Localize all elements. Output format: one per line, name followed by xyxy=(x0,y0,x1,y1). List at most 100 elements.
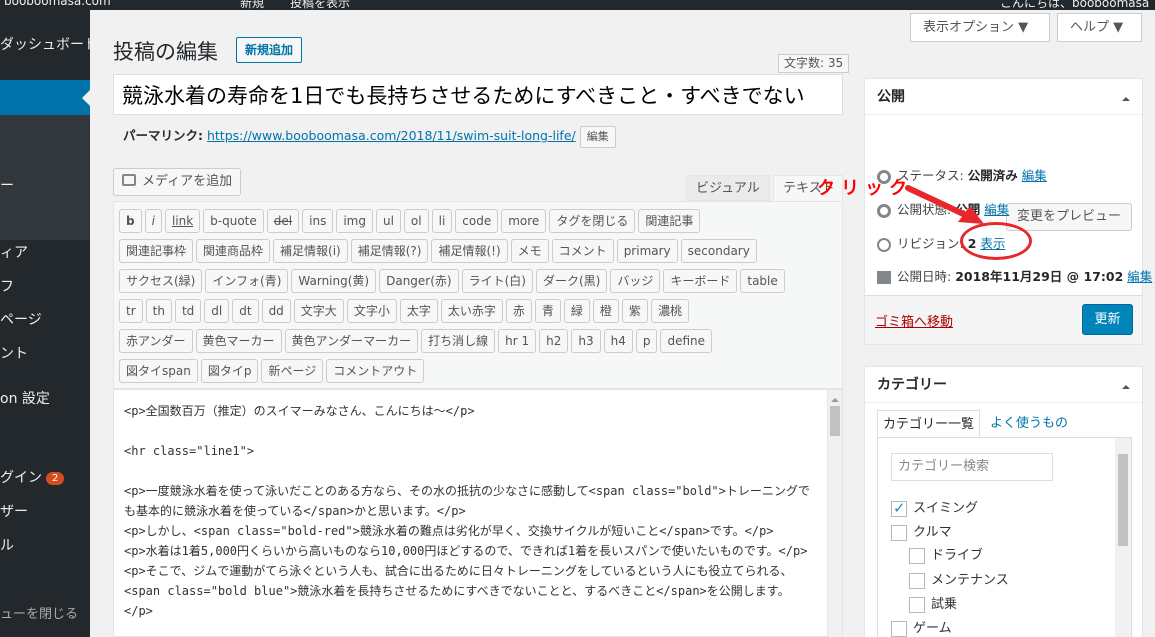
sidebar-item-settings[interactable]: on 設定 xyxy=(0,388,50,408)
quicktag-button[interactable]: 関連記事 xyxy=(638,209,701,233)
quicktag-button[interactable]: more xyxy=(501,209,547,233)
quicktag-button[interactable]: del xyxy=(266,209,300,233)
move-to-trash-link[interactable]: ゴミ箱へ移動 xyxy=(875,311,953,330)
sidebar-item-dashboard[interactable]: ダッシュボード xyxy=(0,34,90,54)
quicktag-button[interactable]: バッジ xyxy=(610,269,661,293)
add-new-button[interactable]: 新規追加 xyxy=(236,37,303,63)
post-title-input[interactable] xyxy=(113,74,843,115)
quicktag-button[interactable]: b-quote xyxy=(203,209,264,233)
category-checkbox[interactable] xyxy=(909,572,925,589)
quicktag-button[interactable]: 関連記事枠 xyxy=(119,239,194,263)
add-media-button[interactable]: メディアを追加 xyxy=(113,168,242,196)
quicktag-button[interactable]: 黄色アンダーマーカー xyxy=(284,329,419,353)
collapse-menu-button[interactable]: ューを閉じる xyxy=(0,603,78,622)
quicktag-button[interactable]: ライト(白) xyxy=(461,269,533,293)
date-edit-link[interactable]: 編集 xyxy=(1127,269,1152,284)
sidebar-item-pages[interactable]: ページ xyxy=(0,309,42,329)
quicktag-button[interactable]: th xyxy=(145,299,172,323)
quicktag-button[interactable]: table xyxy=(740,269,785,293)
scrollbar-thumb[interactable] xyxy=(830,406,840,436)
quicktag-button[interactable]: li xyxy=(431,209,453,233)
post-content-textarea[interactable]: <p>全国数百万（推定）のスイマーみなさん、こんにちは〜</p> <hr clas… xyxy=(113,389,843,637)
quicktag-button[interactable]: 太い赤字 xyxy=(440,299,503,323)
category-checkbox[interactable] xyxy=(891,499,907,517)
quicktag-button[interactable]: 補足情報(i) xyxy=(273,239,348,263)
quicktag-button[interactable]: 赤アンダー xyxy=(119,329,193,353)
quicktag-button[interactable]: primary xyxy=(616,239,678,263)
quicktag-button[interactable]: secondary xyxy=(680,239,757,263)
quicktag-button[interactable]: ins xyxy=(302,209,334,233)
quicktag-button[interactable]: b xyxy=(119,209,142,233)
categories-box-header[interactable]: カテゴリー xyxy=(865,367,1142,403)
category-item[interactable]: ドライブ xyxy=(909,544,983,564)
collapse-arrow-icon[interactable] xyxy=(1122,93,1130,101)
category-item[interactable]: スイミング xyxy=(891,497,978,517)
quicktag-button[interactable]: td xyxy=(174,299,202,323)
quicktag-button[interactable]: 関連商品枠 xyxy=(196,239,271,263)
quicktag-button[interactable]: dt xyxy=(232,299,259,323)
admin-bar-view-post[interactable]: 投稿を表示 xyxy=(290,0,350,10)
quicktag-button[interactable]: 文字大 xyxy=(293,299,344,323)
tab-visual[interactable]: ビジュアル xyxy=(686,175,770,201)
quicktag-button[interactable]: ul xyxy=(375,209,401,233)
permalink-edit-button[interactable]: 編集 xyxy=(579,125,616,148)
quicktag-button[interactable]: 濃桃 xyxy=(650,299,689,323)
quicktag-button[interactable]: h4 xyxy=(603,329,633,353)
quicktag-button[interactable]: 黄色マーカー xyxy=(195,329,282,353)
quicktag-button[interactable]: img xyxy=(336,209,373,233)
quicktag-button[interactable]: Warning(黄) xyxy=(291,269,377,293)
sidebar-item-sub[interactable]: ー xyxy=(0,175,14,195)
quicktag-button[interactable]: コメント xyxy=(551,239,614,263)
quicktag-button[interactable]: 青 xyxy=(534,299,561,323)
quicktag-button[interactable]: 図タイp xyxy=(200,359,259,383)
editor-scrollbar[interactable] xyxy=(827,390,842,637)
admin-bar-site[interactable]: booboomasa.com xyxy=(4,0,111,8)
quicktag-button[interactable]: dd xyxy=(261,299,291,323)
quicktag-button[interactable]: h3 xyxy=(571,329,601,353)
quicktag-button[interactable]: 新ページ xyxy=(261,359,324,383)
sidebar-item-users[interactable]: ザー xyxy=(0,501,28,521)
quicktag-button[interactable]: i xyxy=(144,209,162,233)
category-item[interactable]: ゲーム xyxy=(891,617,952,637)
screen-options-button[interactable]: 表示オプション ▼ xyxy=(910,13,1050,42)
sidebar-item-plugins[interactable]: グイン 2 xyxy=(0,467,65,487)
quicktag-button[interactable]: hr 1 xyxy=(498,329,537,353)
category-scrollbar[interactable] xyxy=(1115,438,1131,637)
category-search-input[interactable]: カテゴリー検索 xyxy=(891,453,1053,481)
quicktag-button[interactable]: 緑 xyxy=(563,299,590,323)
category-item[interactable]: メンテナンス xyxy=(909,569,1009,589)
quicktag-button[interactable]: tr xyxy=(119,299,143,323)
quicktag-button[interactable]: 打ち消し線 xyxy=(421,329,496,353)
help-button[interactable]: ヘルプ ▼ xyxy=(1057,13,1142,42)
category-checkbox[interactable] xyxy=(909,596,925,613)
tab-all-categories[interactable]: カテゴリー一覧 xyxy=(877,410,981,437)
sidebar-item-tools[interactable]: ル xyxy=(0,535,14,555)
quicktag-button[interactable]: code xyxy=(455,209,499,233)
scroll-up-arrow-icon[interactable] xyxy=(831,394,839,402)
preview-changes-button[interactable]: 変更をプレビュー xyxy=(1005,203,1132,231)
quicktag-button[interactable]: サクセス(緑) xyxy=(119,269,203,293)
status-edit-link[interactable]: 編集 xyxy=(1022,168,1047,183)
sidebar-item-media[interactable]: ィア xyxy=(0,242,28,262)
quicktag-button[interactable]: タグを閉じる xyxy=(549,209,636,233)
quicktag-button[interactable]: 補足情報(?) xyxy=(350,239,429,263)
quicktag-button[interactable]: 文字小 xyxy=(346,299,397,323)
quicktag-button[interactable]: コメントアウト xyxy=(326,359,425,383)
quicktag-button[interactable]: キーボード xyxy=(663,269,738,293)
quicktag-button[interactable]: p xyxy=(635,329,658,353)
quicktag-button[interactable]: 橙 xyxy=(592,299,619,323)
quicktag-button[interactable]: h2 xyxy=(539,329,569,353)
scrollbar-thumb[interactable] xyxy=(1118,454,1128,546)
quicktag-button[interactable]: メモ xyxy=(510,239,549,263)
sidebar-item-posts-active[interactable] xyxy=(0,80,90,115)
category-checkbox[interactable] xyxy=(891,524,907,541)
category-item[interactable]: 試乗 xyxy=(909,593,957,613)
quicktag-button[interactable]: link xyxy=(164,209,201,233)
collapse-arrow-icon[interactable] xyxy=(1122,381,1130,389)
sidebar-item-comments[interactable]: ント xyxy=(0,343,28,363)
permalink-url[interactable]: https://www.booboomasa.com/2018/11/swim-… xyxy=(207,128,576,143)
admin-bar-new[interactable]: 新規 xyxy=(240,0,264,10)
category-checkbox[interactable] xyxy=(891,620,907,637)
quicktag-button[interactable]: define xyxy=(660,329,713,353)
category-item[interactable]: クルマ xyxy=(891,521,952,541)
